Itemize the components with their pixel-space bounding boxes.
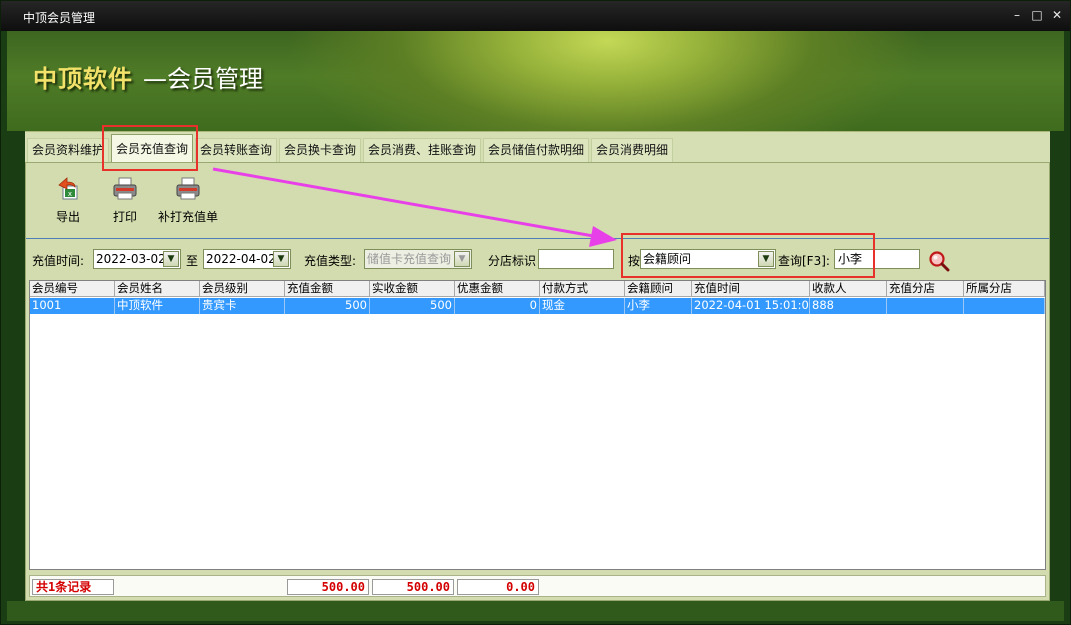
branch-input[interactable]	[538, 249, 614, 269]
cell-recharge-time: 2022-04-01 15:01:04	[694, 298, 810, 314]
column-header[interactable]: 充值时间	[692, 281, 810, 297]
export-label: 导出	[55, 210, 80, 224]
recharge-type-select: 储值卡充值查询 ▼	[364, 249, 472, 269]
chevron-down-icon: ▼	[454, 251, 470, 267]
to-label: 至	[186, 254, 199, 268]
recharge-type-value: 储值卡充值查询	[367, 252, 452, 266]
recharge-time-label: 充值时间:	[32, 254, 85, 268]
column-header[interactable]: 会籍顾问	[625, 281, 692, 297]
cell-recharge-branch	[887, 298, 964, 314]
app-window: 中顶会员管理 – □ ✕ 中顶软件 —会员管理 会员资料维护 会员充值查询 会员…	[0, 0, 1071, 625]
column-header[interactable]: 付款方式	[540, 281, 625, 297]
date-from-picker[interactable]: 2022-03-02 ▼	[93, 249, 181, 269]
record-count: 共1条记录	[32, 579, 114, 595]
cell-discount-amount: 0	[455, 298, 540, 314]
chevron-down-icon[interactable]: ▼	[273, 251, 289, 267]
header-banner: 中顶软件 —会员管理	[7, 31, 1064, 131]
total-discount: 0.00	[457, 579, 539, 595]
column-header[interactable]: 优惠金额	[455, 281, 540, 297]
tab-consumption-detail[interactable]: 会员消费明细	[591, 138, 673, 162]
cell-recharge-amount: 500	[285, 298, 370, 314]
cell-member-name: 中顶软件	[115, 298, 200, 314]
tab-stored-payment-detail[interactable]: 会员储值付款明细	[483, 138, 589, 162]
highlight-box-tab	[102, 125, 198, 171]
column-header[interactable]: 收款人	[810, 281, 887, 297]
reprint-icon	[176, 177, 200, 200]
minimize-icon[interactable]: –	[1008, 6, 1026, 24]
column-header[interactable]: 实收金额	[370, 281, 455, 297]
title-bar: 中顶会员管理 – □ ✕	[1, 1, 1070, 31]
summary-row: 共1条记录 500.00 500.00 0.00	[29, 575, 1046, 597]
close-icon[interactable]: ✕	[1048, 6, 1066, 24]
cell-received-amount: 500	[370, 298, 455, 314]
export-button[interactable]: x 导出	[52, 177, 84, 225]
highlight-box-search	[621, 233, 875, 278]
cell-member-level: 贵宾卡	[200, 298, 285, 314]
bottom-border	[7, 601, 1064, 621]
reprint-label: 补打充值单	[157, 210, 218, 224]
total-recharge: 500.00	[287, 579, 369, 595]
export-icon: x	[58, 177, 78, 200]
column-header[interactable]: 会员编号	[30, 281, 115, 297]
date-from-value: 2022-03-02	[96, 252, 166, 266]
window-title: 中顶会员管理	[23, 11, 96, 25]
column-header[interactable]: 会员级别	[200, 281, 285, 297]
column-header[interactable]: 会员姓名	[115, 281, 200, 297]
table-row[interactable]: 1001 中顶软件 贵宾卡 500 500 0 现金 小李 2022-04-01…	[30, 298, 1045, 314]
tab-transfer-query[interactable]: 会员转账查询	[195, 138, 277, 162]
cell-cashier: 888	[810, 298, 887, 314]
tab-member-info[interactable]: 会员资料维护	[27, 138, 109, 162]
date-to-value: 2022-04-02	[206, 252, 276, 266]
date-to-picker[interactable]: 2022-04-02 ▼	[203, 249, 291, 269]
cell-home-branch	[964, 298, 1045, 314]
column-header[interactable]: 充值金额	[285, 281, 370, 297]
brand-name: 中顶软件	[33, 65, 133, 93]
cell-member-id: 1001	[30, 298, 115, 314]
column-header[interactable]: 所属分店	[964, 281, 1045, 297]
recharge-table: 会员编号 会员姓名 会员级别 充值金额 实收金额 优惠金额 付款方式 会籍顾问 …	[29, 280, 1046, 570]
cell-advisor: 小李	[625, 298, 692, 314]
cell-payment-method: 现金	[540, 298, 625, 314]
reprint-recharge-button[interactable]: 补打充值单	[156, 177, 220, 225]
table-header-row: 会员编号 会员姓名 会员级别 充值金额 实收金额 优惠金额 付款方式 会籍顾问 …	[30, 281, 1045, 297]
maximize-icon[interactable]: □	[1028, 6, 1046, 24]
tab-card-change-query[interactable]: 会员换卡查询	[279, 138, 361, 162]
svg-text:x: x	[68, 190, 72, 198]
chevron-down-icon[interactable]: ▼	[163, 251, 179, 267]
search-icon[interactable]	[928, 250, 950, 272]
printer-icon	[113, 177, 137, 200]
column-header[interactable]: 充值分店	[887, 281, 964, 297]
recharge-query-panel: x 导出 打印 补打充值单 充值时间: 2022-03-02 ▼ 至 2022-…	[25, 162, 1050, 601]
branch-label: 分店标识	[488, 254, 537, 268]
tab-consumption-query[interactable]: 会员消费、挂账查询	[363, 138, 481, 162]
banner-subtitle: —会员管理	[143, 65, 263, 93]
print-button[interactable]: 打印	[110, 177, 140, 225]
print-label: 打印	[112, 210, 137, 224]
total-received: 500.00	[372, 579, 454, 595]
recharge-type-label: 充值类型:	[304, 254, 357, 268]
toolbar-divider	[26, 238, 1049, 239]
